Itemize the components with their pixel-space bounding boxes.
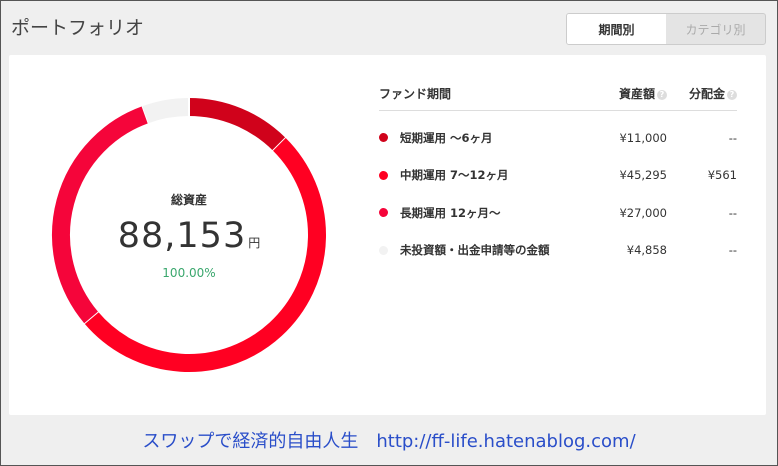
donut-center: 総資産 88,153 円 100.00%	[49, 95, 329, 375]
header-distribution-label: 分配金	[688, 87, 725, 101]
view-toggle: 期間別 カテゴリ別	[566, 13, 766, 45]
total-assets-percent: 100.00%	[162, 265, 216, 280]
tab-by-period[interactable]: 期間別	[567, 14, 666, 44]
table-row: 短期運用 ～6ヶ月 ¥11,000 --	[379, 119, 737, 157]
table-row: 中期運用 7～12ヶ月 ¥45,295 ¥561	[379, 157, 737, 195]
help-icon[interactable]: ?	[727, 89, 737, 100]
total-assets-unit: 円	[248, 235, 261, 250]
row-name: 短期運用 ～6ヶ月	[400, 130, 493, 145]
row-amount: ¥27,000	[619, 205, 667, 220]
header-amount: 資産額?	[597, 85, 667, 102]
row-amount: ¥45,295	[619, 168, 667, 183]
table-row: 長期運用 12ヶ月～ ¥27,000 --	[379, 194, 737, 232]
watermark-text: スワップで経済的自由人生 http://ff-life.hatenablog.c…	[142, 431, 636, 452]
table-header: ファンド期間 資産額? 分配金?	[379, 77, 737, 111]
row-distribution: --	[728, 243, 737, 258]
legend-dot	[379, 133, 388, 143]
table-row: 未投資額・出金申請等の金額 ¥4,858 --	[379, 232, 737, 270]
row-distribution: --	[728, 205, 737, 220]
fund-table: ファンド期間 資産額? 分配金? 短期運用 ～6ヶ月 ¥11,000 -- 中期運用 …	[379, 77, 737, 269]
total-assets-value-wrap: 88,153 円	[118, 216, 260, 256]
total-assets-value: 88,153	[117, 215, 247, 256]
row-name: 未投資額・出金申請等の金額	[400, 243, 550, 258]
page-title: ポートフォリオ	[11, 17, 145, 39]
row-name: 長期運用 12ヶ月～	[400, 205, 501, 220]
legend-dot	[379, 170, 388, 180]
table-body: 短期運用 ～6ヶ月 ¥11,000 -- 中期運用 7～12ヶ月 ¥45,295 ¥561…	[379, 119, 737, 269]
row-distribution: ¥561	[707, 168, 737, 183]
header-amount-label: 資産額	[618, 87, 655, 101]
tab-by-category[interactable]: カテゴリ別	[666, 14, 765, 44]
portfolio-card: 総資産 88,153 円 100.00% ファンド期間 資産額? 分配金? 短期運…	[9, 55, 766, 415]
total-assets-label: 総資産	[170, 192, 207, 207]
donut-chart: 総資産 88,153 円 100.00%	[49, 95, 329, 375]
row-amount: ¥4,858	[626, 243, 667, 258]
row-amount: ¥11,000	[619, 130, 667, 145]
row-name: 中期運用 7～12ヶ月	[400, 168, 509, 183]
legend-dot	[379, 208, 388, 218]
row-distribution: --	[728, 130, 737, 145]
legend-dot	[379, 245, 388, 255]
header-fund-period: ファンド期間	[379, 87, 452, 101]
header-distribution: 分配金?	[667, 85, 737, 102]
help-icon[interactable]: ?	[657, 89, 667, 100]
